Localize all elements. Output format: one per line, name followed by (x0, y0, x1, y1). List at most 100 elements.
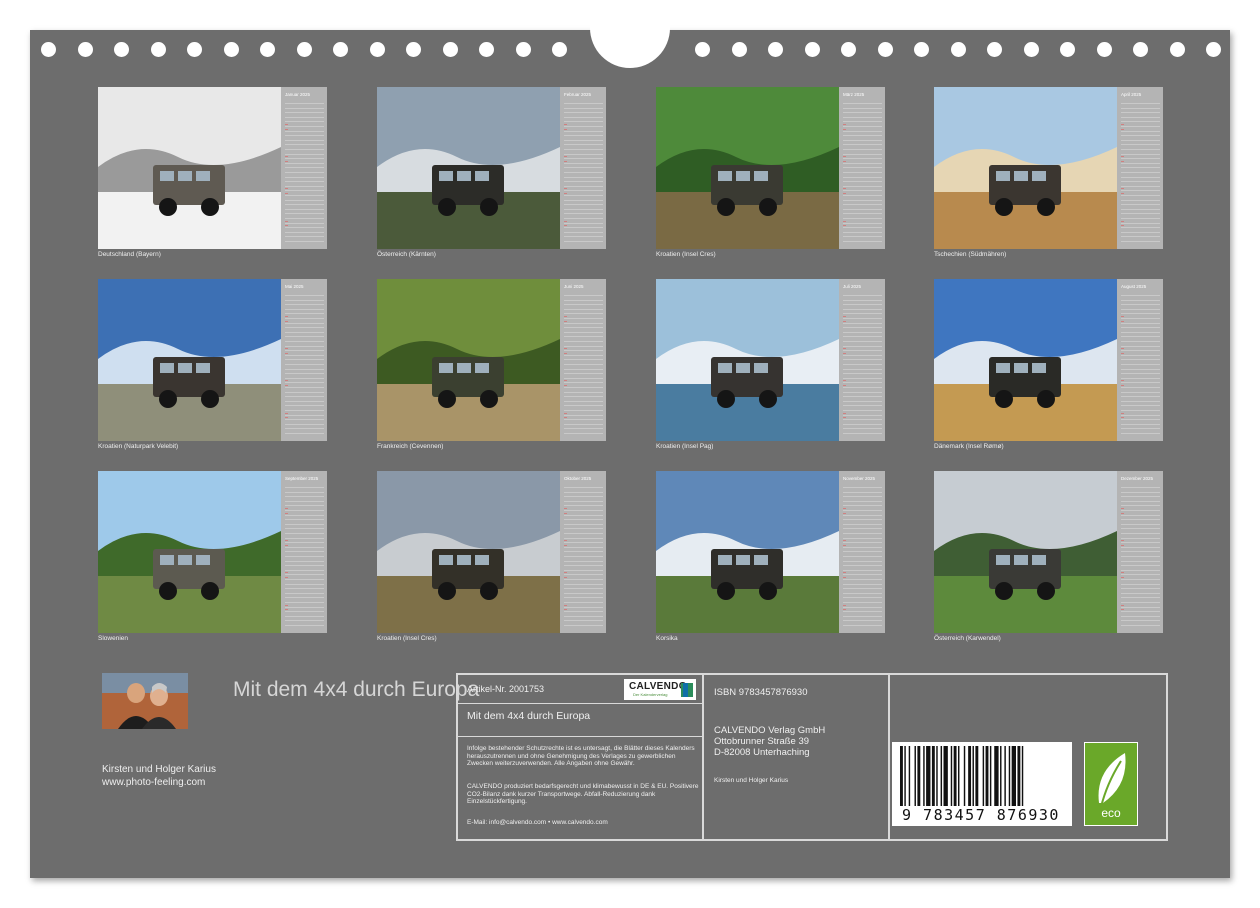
binding-hole (1206, 42, 1221, 57)
day-line (285, 195, 324, 196)
weekend-marker (564, 316, 567, 317)
day-line (564, 336, 603, 338)
month-calendar-strip: Juni 2025 (560, 279, 606, 441)
weekend-marker (1121, 577, 1124, 578)
day-line (843, 400, 882, 402)
day-line (843, 487, 882, 488)
day-line (564, 583, 603, 585)
eco-label: eco (1101, 806, 1121, 820)
day-line (1121, 500, 1160, 502)
day-line (564, 308, 603, 310)
day-line (843, 419, 882, 421)
weekend-marker (564, 352, 567, 354)
day-line (843, 236, 882, 238)
month-photo (98, 87, 281, 249)
day-line (285, 405, 324, 407)
day-line (285, 419, 324, 421)
day-line (1121, 428, 1160, 430)
day-line (564, 126, 603, 127)
day-line (1121, 158, 1160, 160)
day-line (1121, 176, 1160, 178)
day-line (1121, 368, 1160, 370)
day-line (285, 327, 324, 329)
day-line (1121, 218, 1160, 219)
day-line (285, 620, 324, 622)
day-line (843, 377, 882, 379)
day-line (285, 602, 324, 603)
day-line (285, 523, 324, 525)
day-line (285, 588, 324, 590)
weekend-marker (564, 540, 567, 542)
day-line (564, 414, 603, 416)
day-line (285, 359, 324, 361)
day-line (285, 542, 324, 544)
weekend-marker (1121, 417, 1124, 419)
weekend-marker (1121, 508, 1124, 509)
day-line (843, 510, 882, 511)
article-number: Artikel-Nr. 2001753 (467, 684, 545, 694)
day-line (564, 318, 603, 319)
day-line (1121, 542, 1160, 544)
publisher-address: CALVENDO Verlag GmbH Ottobrunner Straße … (714, 725, 825, 758)
day-line (285, 560, 324, 562)
day-line (285, 295, 324, 296)
day-line (285, 396, 324, 398)
day-line (1121, 172, 1160, 173)
binding-hole (841, 42, 856, 57)
day-line (285, 190, 324, 192)
weekend-marker (1121, 188, 1124, 190)
binding-hole (1096, 42, 1112, 57)
weekend-marker (843, 417, 846, 419)
weekend-marker (843, 540, 846, 542)
day-line (564, 204, 603, 206)
weekend-marker (843, 512, 846, 514)
day-line (285, 227, 324, 229)
weekend-marker (1121, 348, 1124, 350)
weekend-marker (843, 412, 846, 414)
weekend-marker (564, 604, 567, 606)
weekend-marker (843, 577, 846, 578)
day-line (1121, 565, 1160, 567)
day-line (843, 218, 882, 219)
day-line (564, 391, 603, 393)
day-line (564, 304, 603, 306)
day-line (843, 574, 882, 576)
month-name: Dezember 2025 (1121, 476, 1154, 481)
binding-hole (333, 42, 348, 57)
day-line (843, 139, 882, 141)
day-line (843, 620, 882, 622)
day-line (843, 350, 882, 352)
day-line (564, 112, 603, 114)
day-line (564, 144, 603, 146)
day-line (1121, 153, 1160, 155)
weekend-marker (285, 544, 288, 546)
day-line (843, 107, 882, 109)
photo-caption: Slowenien (98, 635, 128, 642)
day-line (564, 350, 603, 352)
day-line (564, 615, 603, 617)
day-line (843, 396, 882, 398)
info-column-publisher: ISBN 9783457876930 CALVENDO Verlag GmbH … (704, 675, 890, 839)
day-line (1121, 391, 1160, 393)
day-line (1121, 373, 1160, 375)
day-line (1121, 149, 1160, 150)
day-line (564, 602, 603, 603)
weekend-marker (564, 508, 567, 509)
day-line (843, 167, 882, 169)
day-line (1121, 341, 1160, 342)
day-line (843, 387, 882, 388)
weekend-marker (285, 512, 288, 514)
day-line (564, 345, 603, 347)
month-name: August 2025 (1121, 284, 1147, 289)
calvendo-logo: CALVENDO Der Kalenderverlag (624, 679, 696, 700)
day-line (1121, 533, 1160, 534)
day-line (564, 135, 603, 137)
weekend-marker (285, 380, 288, 382)
weekend-marker (564, 156, 567, 158)
weekend-marker (1121, 193, 1124, 194)
day-line (285, 368, 324, 370)
day-line (564, 327, 603, 329)
day-line (564, 579, 603, 580)
day-line (285, 176, 324, 178)
day-line (1121, 313, 1160, 315)
